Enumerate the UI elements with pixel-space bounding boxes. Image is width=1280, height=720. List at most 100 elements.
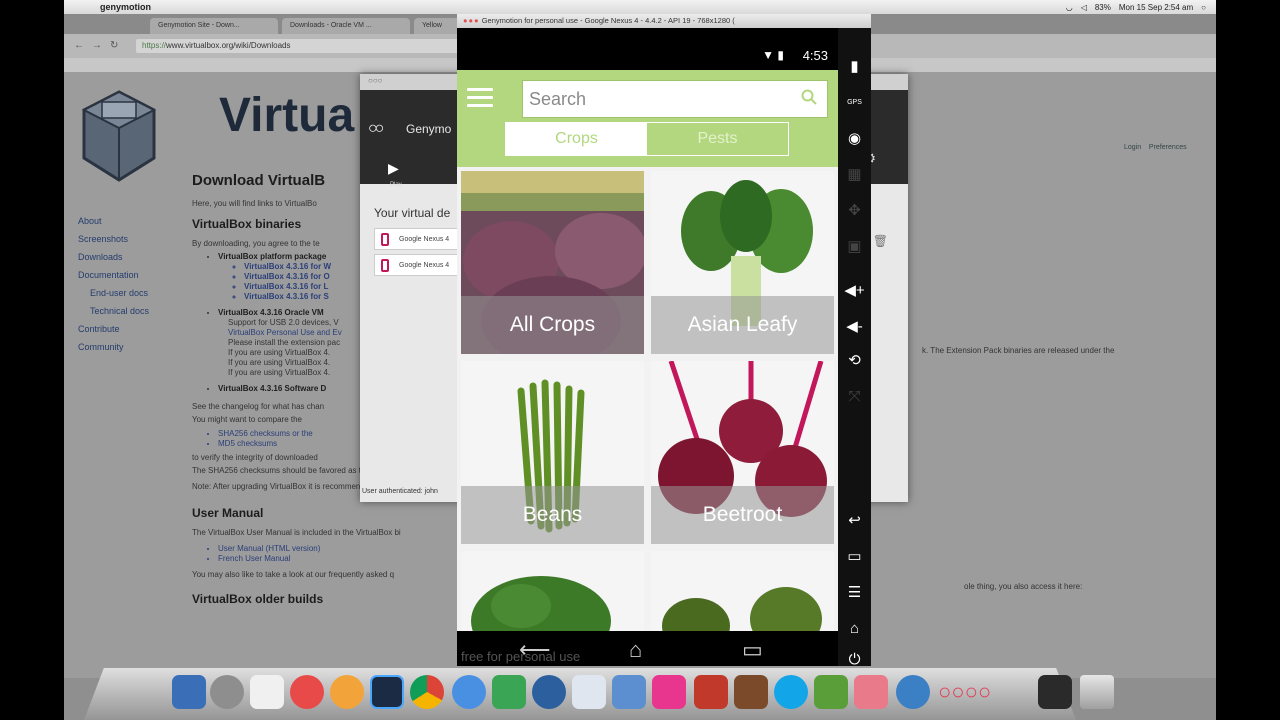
- trash-dock-icon[interactable]: [1080, 675, 1114, 709]
- signal-icon: ▼ ▮: [762, 48, 784, 62]
- forward-icon[interactable]: →: [92, 40, 102, 51]
- menubar-app-name[interactable]: genymotion: [100, 2, 151, 12]
- spotlight-icon[interactable]: ○: [1201, 3, 1206, 12]
- tab-pests[interactable]: Pests: [647, 123, 788, 155]
- wifi-icon[interactable]: ◡: [1066, 3, 1073, 12]
- codekit-icon[interactable]: [492, 675, 526, 709]
- trash-icon[interactable]: 🗑: [873, 234, 888, 248]
- scale-icon: ⤧: [848, 388, 861, 405]
- volume-icon[interactable]: ◁: [1081, 3, 1087, 12]
- broccoli-image: [461, 551, 644, 631]
- hamburger-menu-icon[interactable]: [467, 88, 493, 108]
- browser-tab-yellow[interactable]: Yellow: [414, 18, 462, 34]
- battery-percent[interactable]: 83%: [1095, 3, 1111, 12]
- search-icon[interactable]: [801, 89, 817, 105]
- genymotion-dock-icon[interactable]: ○○○○: [938, 675, 1018, 709]
- menu-icon[interactable]: ☰: [842, 582, 867, 604]
- network-icon[interactable]: [896, 675, 930, 709]
- android-status-bar: ▼ ▮ 4:53: [457, 44, 838, 70]
- chat-icon[interactable]: [532, 675, 566, 709]
- rotate-icon[interactable]: ⟲: [842, 350, 867, 372]
- android-clock: 4:53: [802, 48, 828, 63]
- search-input[interactable]: Search: [522, 80, 828, 118]
- xcode-icon[interactable]: [612, 675, 646, 709]
- dpad-icon: ✥: [848, 202, 861, 219]
- devices-title: Your virtual de: [374, 206, 451, 220]
- tab-crops[interactable]: Crops: [506, 123, 647, 155]
- gps-icon[interactable]: GPS: [842, 92, 867, 114]
- filezilla-icon[interactable]: [694, 675, 728, 709]
- back-icon[interactable]: ←: [74, 40, 84, 51]
- recent-apps-icon[interactable]: ▭: [842, 546, 867, 568]
- search-placeholder: Search: [529, 89, 587, 109]
- device-name: Google Nexus 4: [399, 262, 450, 269]
- power-icon[interactable]: ⏻: [842, 652, 867, 667]
- back-icon[interactable]: ↩: [842, 510, 867, 532]
- play-label[interactable]: Play: [390, 182, 402, 188]
- address-bar[interactable]: https://www.virtualbox.org/wiki/Download…: [136, 39, 466, 53]
- window-controls-icon[interactable]: ●●●: [463, 16, 480, 25]
- calendar-icon[interactable]: [250, 675, 284, 709]
- sidebar-item-documentation[interactable]: Documentation: [78, 266, 149, 284]
- genymotion-logo-icon: ○○: [368, 120, 384, 137]
- tile-label: All Crops: [461, 296, 644, 354]
- mac-menubar: genymotion ◡ ◁ 83% Mon 15 Sep 2:54 am ○: [64, 0, 1216, 14]
- menubar-clock[interactable]: Mon 15 Sep 2:54 am: [1119, 3, 1193, 12]
- crop-tile-beetroot[interactable]: Beetroot: [651, 361, 834, 544]
- sidebar-item-downloads[interactable]: Downloads: [78, 248, 149, 266]
- volume-down-icon[interactable]: ◀-: [842, 316, 867, 338]
- url-prefix: https://: [142, 41, 167, 50]
- browser-tab-genymotion[interactable]: Genymotion Site - Down...: [150, 18, 278, 34]
- crop-tile-asian-leafy[interactable]: Asian Leafy: [651, 171, 834, 354]
- emulator-title: Genymotion for personal use - Google Nex…: [481, 16, 735, 25]
- itunes-icon[interactable]: [452, 675, 486, 709]
- sidebar-item-community[interactable]: Community: [78, 338, 149, 356]
- home-icon[interactable]: ⌂: [842, 618, 867, 640]
- evernote-icon[interactable]: [814, 675, 848, 709]
- android-home-icon[interactable]: ⌂: [629, 637, 642, 663]
- extension-pack-item: VirtualBox 4.3.16 Oracle VM: [218, 308, 324, 317]
- tile-label: Asian Leafy: [651, 296, 834, 354]
- video-icon: ▦: [847, 166, 862, 183]
- tile-label: Beans: [461, 486, 644, 544]
- ibooks-icon[interactable]: [330, 675, 364, 709]
- android-navbar: ⟵ ⌂ ▭ free for personal use: [457, 631, 838, 666]
- mail-icon[interactable]: [572, 675, 606, 709]
- volume-up-icon[interactable]: ◀+: [842, 280, 867, 302]
- crop-tile-all-crops[interactable]: All Crops: [461, 171, 644, 354]
- terminal-icon[interactable]: [1038, 675, 1072, 709]
- crop-grid: All Crops Asian Leafy Beans Beetroot: [457, 167, 838, 631]
- play-icon[interactable]: ▶: [388, 160, 399, 177]
- app-header: Search Crops Pests: [457, 70, 838, 167]
- emulator-titlebar: ●●● Genymotion for personal use - Google…: [457, 14, 871, 28]
- android-device-screen: ▼ ▮ 4:53 Search Crops Pests All Crops As…: [457, 28, 838, 666]
- crop-tile-brussels-sprouts[interactable]: [651, 551, 834, 631]
- preferences-link[interactable]: Preferences: [1149, 144, 1187, 151]
- sidebar-item-contribute[interactable]: Contribute: [78, 320, 149, 338]
- crop-tile-broccoli[interactable]: [461, 551, 644, 631]
- device-name: Google Nexus 4: [399, 236, 450, 243]
- skype-icon[interactable]: [774, 675, 808, 709]
- finder-icon[interactable]: [172, 675, 206, 709]
- camera-icon[interactable]: ◉: [842, 128, 867, 150]
- notebook-icon[interactable]: [734, 675, 768, 709]
- platform-packages-item: VirtualBox platform package: [218, 252, 327, 261]
- stickies-icon[interactable]: [854, 675, 888, 709]
- battery-icon[interactable]: ▮: [842, 56, 867, 78]
- chrome-icon[interactable]: [410, 675, 444, 709]
- sidebar-item-end-user-docs[interactable]: End-user docs: [78, 284, 149, 302]
- sidebar-item-screenshots[interactable]: Screenshots: [78, 230, 149, 248]
- sidebar-item-technical-docs[interactable]: Technical docs: [78, 302, 149, 320]
- crop-tile-beans[interactable]: Beans: [461, 361, 644, 544]
- reload-icon[interactable]: ↻: [110, 40, 118, 51]
- reminder-icon[interactable]: [290, 675, 324, 709]
- photoshop-icon[interactable]: [370, 675, 404, 709]
- launchpad-icon[interactable]: [210, 675, 244, 709]
- browser-tab-oracle[interactable]: Downloads - Oracle VM ...: [282, 18, 410, 34]
- login-link[interactable]: Login: [1124, 144, 1141, 151]
- sidebar-item-about[interactable]: About: [78, 212, 149, 230]
- sdk-item: VirtualBox 4.3.16 Software D: [218, 384, 327, 393]
- android-recents-icon[interactable]: ▭: [742, 637, 763, 663]
- desktop: genymotion ◡ ◁ 83% Mon 15 Sep 2:54 am ○ …: [64, 0, 1216, 720]
- design-app-icon[interactable]: [652, 675, 686, 709]
